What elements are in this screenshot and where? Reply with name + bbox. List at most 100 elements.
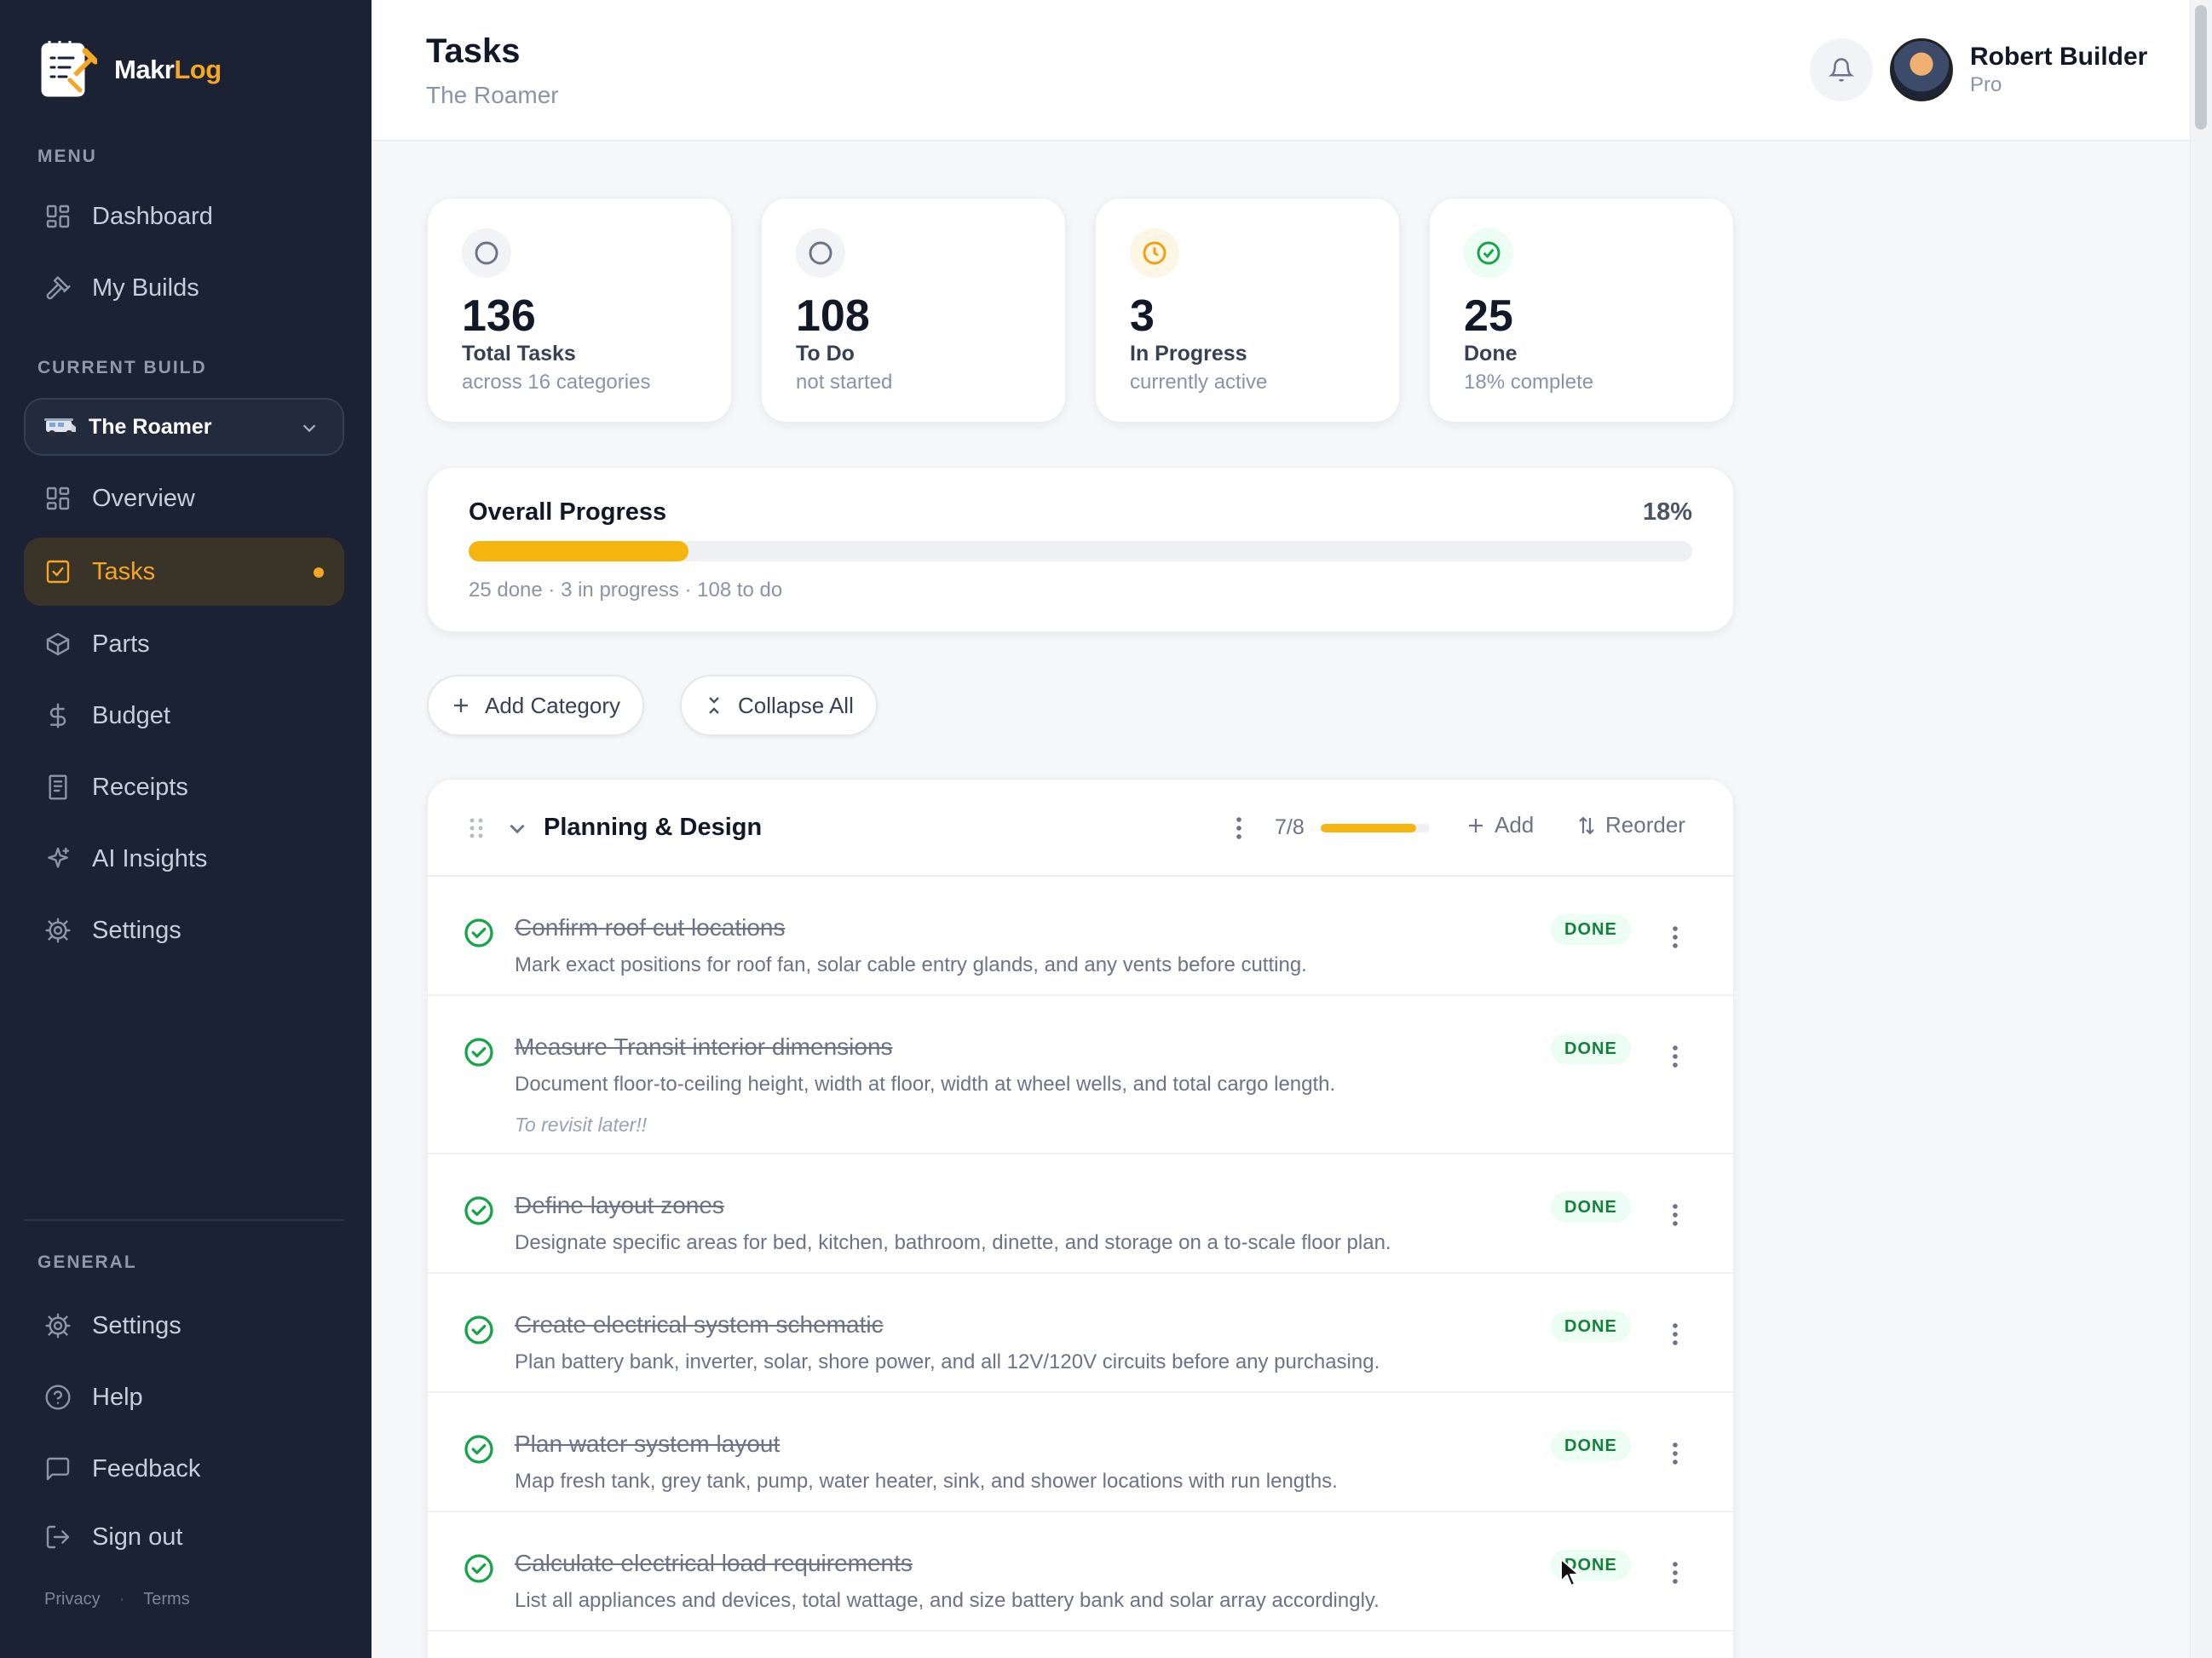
more-options-icon[interactable] [1668,1044,1682,1069]
sidebar-item-sign-out[interactable]: Sign out [24,1503,344,1571]
privacy-link[interactable]: Privacy [44,1590,101,1609]
collapse-all-button[interactable]: Collapse All [680,675,878,736]
more-options-icon[interactable] [1668,1441,1682,1466]
message-icon [24,1455,92,1482]
task-title: Define layout zones [515,1192,724,1218]
sidebar-item-feedback[interactable]: Feedback [24,1435,344,1503]
scrollbar-thumb[interactable] [2195,5,2207,130]
sidebar-item-label: Receipts [92,773,188,801]
circle-icon [462,228,511,278]
more-options-icon[interactable] [1668,924,1682,950]
stat-value: 136 [462,291,536,341]
sidebar-item-budget[interactable]: Budget [24,682,344,750]
sidebar: MakrLog MENU Dashboard My Builds CURRENT… [0,0,372,1658]
gear-icon [24,917,92,944]
status-badge[interactable]: DONE [1551,914,1631,945]
task-description: Plan battery bank, inverter, solar, shor… [515,1350,1380,1373]
task-description: Document floor-to-ceiling height, width … [515,1073,1336,1096]
task-title: Plan water system layout [515,1431,781,1457]
more-options-icon[interactable] [1668,1321,1682,1347]
reorder-icon [1579,815,1594,835]
add-task-label: Add [1495,812,1535,838]
stat-card-in-progress: 3 In Progress currently active [1095,198,1400,423]
stat-value: 108 [796,291,870,341]
more-options-icon[interactable] [1668,1560,1682,1586]
current-build-section-label: CURRENT BUILD [37,358,207,377]
terms-link[interactable]: Terms [143,1590,189,1609]
van-icon [44,418,76,437]
clock-icon [1130,228,1179,278]
status-badge[interactable]: DONE [1551,1033,1631,1064]
more-options-icon[interactable] [1232,815,1246,841]
stat-sub: across 16 categories [462,371,651,394]
task-row[interactable]: Create electrical system schematic Plan … [428,1274,1733,1393]
check-circle-icon[interactable] [464,1553,494,1584]
check-circle-icon[interactable] [464,1195,494,1226]
task-row[interactable]: Confirm roof cut locations Mark exact po… [428,877,1733,996]
sidebar-item-tasks[interactable]: Tasks [24,538,344,606]
status-badge[interactable]: DONE [1551,1192,1631,1223]
sidebar-item-settings[interactable]: Settings [24,896,344,964]
chevron-down-icon[interactable] [506,817,528,839]
footer-separator: · [118,1590,125,1609]
stat-card-done: 25 Done 18% complete [1429,198,1734,423]
check-circle-icon[interactable] [464,918,494,948]
sidebar-item-label: Feedback [92,1454,201,1482]
logo-text: MakrLog [114,55,222,84]
category-progress-bar [1321,824,1430,832]
task-title: Calculate electrical load requirements [515,1550,913,1576]
reorder-button[interactable]: Reorder [1576,812,1685,838]
stat-label: Done [1464,342,1518,366]
progress-title: Overall Progress [469,498,667,526]
add-category-button[interactable]: Add Category [427,675,644,736]
check-circle-icon [1464,228,1513,278]
sidebar-item-label: Sign out [92,1523,183,1551]
collapse-icon [709,697,719,714]
sidebar-item-general-settings[interactable]: Settings [24,1292,344,1360]
sidebar-footer: Privacy · Terms [44,1590,190,1609]
add-task-button[interactable]: Add [1466,812,1534,838]
stat-sub: 18% complete [1464,371,1594,394]
sidebar-item-parts[interactable]: Parts [24,610,344,678]
status-badge[interactable]: DONE [1551,1431,1631,1461]
scrollbar[interactable] [2190,0,2212,1658]
sidebar-item-ai-insights[interactable]: AI Insights [24,825,344,893]
stat-label: In Progress [1130,342,1247,366]
task-title: Measure Transit interior dimensions [515,1033,893,1060]
logo-icon [41,41,97,97]
category-header[interactable]: Planning & Design 7/8 Add Reorder [428,780,1733,877]
logout-icon [24,1523,92,1551]
hammer-icon [24,274,92,302]
task-row[interactable]: Plan water system layout Map fresh tank,… [428,1393,1733,1512]
status-badge[interactable]: DONE [1551,1311,1631,1342]
collapse-all-label: Collapse All [738,692,854,718]
task-row[interactable]: Calculate electrical load requirements L… [428,1512,1733,1632]
stat-value: 25 [1464,291,1513,341]
progress-percent: 18% [1642,498,1692,526]
check-circle-icon[interactable] [464,1434,494,1465]
add-category-label: Add Category [485,692,620,718]
app-logo[interactable]: MakrLog [36,39,222,101]
check-circle-icon[interactable] [464,1037,494,1068]
task-note: To revisit later!! [515,1114,648,1136]
task-row[interactable]: Measure Transit interior dimensions Docu… [428,996,1733,1154]
sidebar-item-dashboard[interactable]: Dashboard [24,182,344,250]
avatar[interactable] [1890,38,1953,101]
drag-handle-icon[interactable] [469,817,484,839]
user-name[interactable]: Robert Builder [1970,43,2147,72]
category-title: Planning & Design [544,814,763,841]
sidebar-item-help[interactable]: Help [24,1363,344,1431]
mouse-cursor-icon [1560,1558,1580,1586]
sidebar-item-receipts[interactable]: Receipts [24,753,344,821]
more-options-icon[interactable] [1668,1202,1682,1228]
general-section-label: GENERAL [37,1252,137,1272]
bell-icon [1829,58,1854,82]
sidebar-item-my-builds[interactable]: My Builds [24,254,344,322]
build-selector[interactable]: The Roamer [24,398,344,456]
check-circle-icon[interactable] [464,1315,494,1345]
grid-icon [24,203,92,230]
task-row[interactable]: Define layout zones Designate specific a… [428,1154,1733,1274]
notifications-button[interactable] [1810,38,1873,101]
build-selector-value: The Roamer [89,414,212,439]
sidebar-item-overview[interactable]: Overview [24,464,344,533]
